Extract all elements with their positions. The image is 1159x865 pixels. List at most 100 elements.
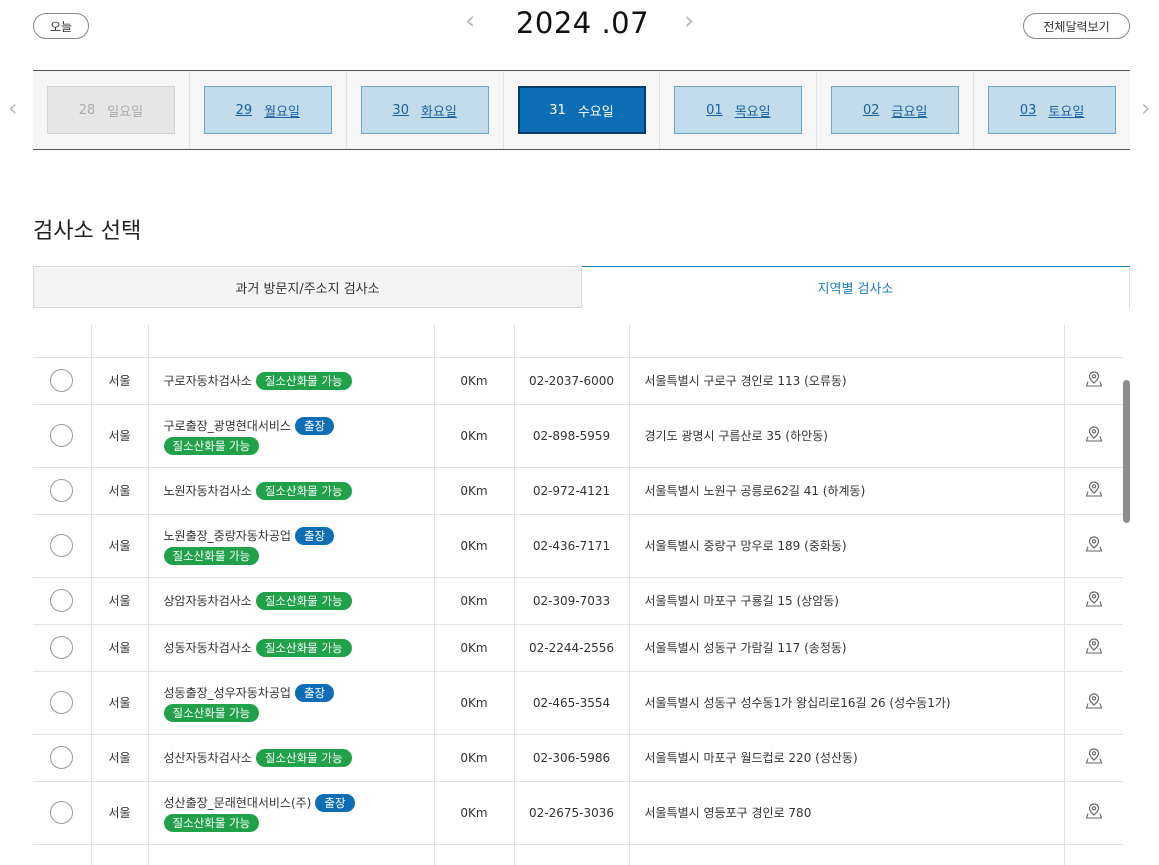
nox-badge: 질소산화물 가능 (255, 591, 352, 610)
select-radio[interactable] (50, 369, 74, 392)
map-pin-icon[interactable] (1085, 590, 1103, 611)
address-cell: 서울특별시 성동구 성수동1가 왕십리로16길 26 (성수동1가) (629, 671, 1065, 735)
day-cell: 31 수요일 (503, 71, 661, 149)
prev-month-icon[interactable]: ‹ (465, 8, 475, 34)
table-row[interactable]: 서울 성산출장_문래현대서비스(주) 출장 질소산화물 가능 0Km 02-2675-30… (33, 781, 1123, 845)
name-cell: 구로자동차검사소 질소산화물 가능 (148, 357, 435, 405)
table-row-partial (33, 325, 1123, 358)
map-pin-icon[interactable] (1085, 480, 1103, 501)
day-number: 28 (78, 102, 96, 118)
day-button[interactable]: 30 화요일 (360, 86, 489, 134)
table-row[interactable]: 서울 상암자동차검사소 질소산화물 가능 0Km 02-309-7033 서울특별시 마포… (33, 577, 1123, 625)
select-radio[interactable] (50, 534, 74, 557)
radio-cell (33, 467, 92, 515)
day-button[interactable]: 01 목요일 (674, 86, 803, 134)
table-row[interactable]: 서울 성동출장_성우자동차공업 출장 질소산화물 가능 0Km 02-465-3554 서울… (33, 671, 1123, 735)
select-radio[interactable] (50, 691, 74, 714)
nox-badge: 질소산화물 가능 (163, 436, 260, 455)
day-button[interactable]: 29 월요일 (203, 86, 332, 134)
table-row[interactable]: 서울 노원출장_중랑자동차공업 출장 질소산화물 가능 0Km 02-436-7171 서울… (33, 514, 1123, 578)
name-cell: 성산출장_문래현대서비스(주) 출장질소산화물 가능 (148, 781, 435, 845)
map-pin-icon[interactable] (1085, 535, 1103, 556)
region-cell: 서울 (91, 357, 149, 405)
map-pin-icon[interactable] (1085, 747, 1103, 768)
select-radio[interactable] (50, 589, 74, 612)
map-cell (1064, 325, 1123, 358)
month-title: 2024 .07 (515, 6, 650, 40)
prev-week-icon[interactable]: ‹ (8, 96, 18, 120)
station-name: 성산자동차검사소 (163, 751, 252, 765)
section-title: 검사소 선택 (33, 219, 142, 244)
select-radio[interactable] (50, 479, 74, 502)
map-pin-icon[interactable] (1085, 370, 1103, 391)
table-row[interactable]: 서울 성산자동차검사소 질소산화물 가능 0Km 02-306-5986 서울특별시 마포… (33, 734, 1123, 782)
phone-cell: 02-2675-3036 (514, 781, 630, 845)
day-weekday: 금요일 (891, 104, 928, 120)
distance-cell: 0Km (434, 734, 515, 782)
station-list[interactable]: 서울 구로자동차검사소 질소산화물 가능 0Km 02-2037-6000 서울특별시 구… (33, 325, 1123, 865)
full-calendar-button[interactable]: 전체달력보기 (1023, 13, 1130, 39)
day-weekday: 화요일 (420, 104, 457, 120)
station-table: 서울 구로자동차검사소 질소산화물 가능 0Km 02-2037-6000 서울특별시 구… (33, 325, 1123, 865)
map-cell (1064, 514, 1123, 578)
day-button[interactable]: 28 일요일 (46, 86, 175, 134)
list-scrollbar[interactable] (1123, 380, 1130, 523)
select-radio[interactable] (50, 801, 74, 824)
map-pin-icon[interactable] (1085, 692, 1103, 713)
select-radio[interactable] (50, 636, 74, 659)
radio-cell (33, 734, 92, 782)
station-name: 성동출장_성우자동차공업 (163, 686, 291, 700)
table-row[interactable]: 서울 노원자동차검사소 질소산화물 가능 0Km 02-972-4121 서울특별시 노원… (33, 467, 1123, 515)
address-cell: 서울특별시 마포구 월드컵로 220 (성산동) (629, 734, 1065, 782)
select-radio[interactable] (50, 746, 74, 769)
map-pin-icon[interactable] (1085, 637, 1103, 658)
name-cell: 성산자동차검사소 질소산화물 가능 (148, 734, 435, 782)
table-row[interactable]: 서울 구로출장_광명현대서비스 출장 질소산화물 가능 0Km 02-898-5959 경기… (33, 404, 1123, 468)
day-weekday: 일요일 (107, 104, 144, 120)
today-button[interactable]: 오늘 (33, 13, 89, 39)
table-row[interactable]: 서울 구로자동차검사소 질소산화물 가능 0Km 02-2037-6000 서울특별시 구… (33, 357, 1123, 405)
radio-cell (33, 781, 92, 845)
select-radio[interactable] (50, 424, 74, 447)
address-cell: 서울특별시 중랑구 망우로 189 (중화동) (629, 514, 1065, 578)
day-weekday: 목요일 (734, 104, 771, 120)
name-cell: 상암자동차검사소 질소산화물 가능 (148, 577, 435, 625)
day-cell: 29 월요일 (189, 71, 347, 149)
map-pin-icon[interactable] (1085, 425, 1103, 446)
region-cell: 서울 (91, 404, 149, 468)
phone-cell: 02-2244-2556 (514, 624, 630, 672)
trip-badge: 출장 (315, 793, 355, 812)
station-name: 성동자동차검사소 (163, 641, 252, 655)
trip-badge: 출장 (294, 526, 335, 545)
day-button[interactable]: 03 토요일 (988, 86, 1117, 134)
nox-badge: 질소산화물 가능 (255, 638, 352, 657)
day-number: 30 (392, 102, 409, 118)
nox-badge: 질소산화물 가능 (163, 813, 260, 832)
tab-by-region[interactable]: 지역별 검사소 (582, 266, 1130, 308)
distance-cell: 0Km (434, 671, 515, 735)
radio-cell (33, 671, 92, 735)
table-row[interactable]: 서울 성동자동차검사소 질소산화물 가능 0Km 02-2244-2556 서울특별시 성… (33, 624, 1123, 672)
name-cell: 노원출장_중랑자동차공업 출장 질소산화물 가능 (148, 514, 435, 578)
day-number: 01 (706, 102, 723, 118)
region-cell (91, 325, 149, 358)
radio-cell (33, 514, 92, 578)
name-cell: 성동자동차검사소 질소산화물 가능 (148, 624, 435, 672)
next-week-icon[interactable]: › (1141, 96, 1151, 120)
radio-cell (33, 577, 92, 625)
phone-cell: 02-898-5959 (514, 404, 630, 468)
map-pin-icon[interactable] (1085, 802, 1103, 823)
day-button[interactable]: 31 수요일 (517, 86, 646, 134)
next-month-icon[interactable]: › (684, 8, 694, 34)
name-cell: 구로출장_광명현대서비스 출장 질소산화물 가능 (148, 404, 435, 468)
map-cell (1064, 467, 1123, 515)
name-cell: 성동출장_성우자동차공업 출장 질소산화물 가능 (148, 671, 435, 735)
station-name: 성산출장_문래현대서비스(주) (163, 796, 312, 810)
tab-past-visits[interactable]: 과거 방문지/주소지 검사소 (33, 266, 582, 308)
map-cell (1064, 671, 1123, 735)
map-cell (1064, 577, 1123, 625)
day-button[interactable]: 02 금요일 (831, 86, 960, 134)
station-name: 구로자동차검사소 (163, 374, 252, 388)
station-name: 상암자동차검사소 (163, 594, 252, 608)
nox-badge: 질소산화물 가능 (255, 371, 352, 390)
